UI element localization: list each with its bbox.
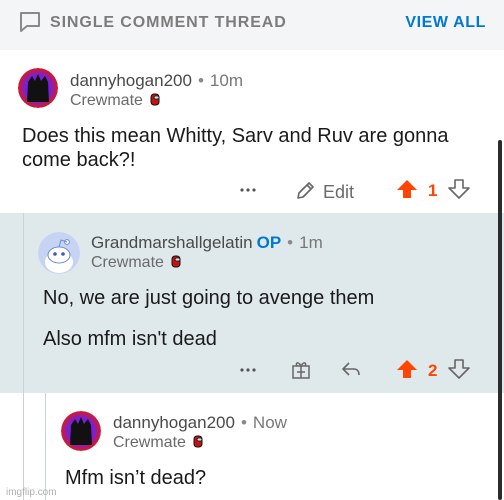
edit-label: Edit: [323, 182, 355, 202]
award-button[interactable]: [290, 358, 312, 385]
more-dots-icon: [240, 368, 256, 372]
comment-time: 1m: [299, 233, 323, 252]
crewmate-icon: [171, 255, 181, 268]
reply-arrow-icon: [342, 362, 360, 376]
crewmate-icon: [193, 435, 203, 448]
downvote-button[interactable]: [448, 358, 470, 385]
comment-time: Now: [252, 413, 287, 432]
username-text[interactable]: dannyhogan200: [113, 413, 235, 432]
upvote-button[interactable]: [396, 178, 418, 205]
upvote-arrow-icon: [397, 360, 417, 378]
watermark: imgflip.com: [6, 487, 57, 498]
flair-text: Crewmate: [91, 254, 164, 271]
comment-author[interactable]: dannyhogan200 • Now: [113, 413, 287, 433]
comment-author[interactable]: dannyhogan200 • 10m: [70, 71, 243, 91]
body-line: Also mfm isn't dead: [43, 328, 217, 350]
view-all-link[interactable]: VIEW ALL: [405, 14, 486, 32]
downvote-arrow-icon: [448, 359, 470, 379]
gift-award-icon: [292, 362, 310, 379]
vote-score: 2: [428, 361, 438, 380]
comment-body: No, we are just going to avenge them Als…: [43, 286, 374, 351]
thread-title: SINGLE COMMENT THREAD: [50, 14, 287, 31]
edit-button[interactable]: Edit: [294, 180, 354, 203]
avatar[interactable]: [38, 232, 80, 274]
more-button[interactable]: [238, 180, 258, 205]
downvote-button[interactable]: [448, 178, 470, 205]
body-line: Mfm isn’t dead?: [65, 467, 207, 489]
more-button[interactable]: [238, 360, 258, 385]
body-line: Does this mean Whitty, Sarv and Ruv are …: [22, 125, 449, 147]
reply-button[interactable]: [340, 358, 362, 385]
avatar[interactable]: [61, 411, 101, 451]
user-flair: Crewmate: [91, 254, 182, 272]
comment-body: Mfm isn’t dead?: [65, 466, 206, 490]
comment-bubble-icon: [20, 12, 40, 32]
username-text[interactable]: Grandmarshallgelatin: [91, 233, 253, 252]
more-dots-icon: [240, 188, 256, 192]
scrollbar[interactable]: [498, 140, 502, 500]
comment-author[interactable]: Grandmarshallgelatin OP • 1m: [91, 233, 323, 253]
comment-body: Does this mean Whitty, Sarv and Ruv are …: [22, 124, 449, 172]
user-flair: Crewmate: [113, 434, 204, 452]
vote-score: 1: [428, 181, 438, 200]
avatar[interactable]: [18, 68, 58, 108]
thread-line: [45, 393, 46, 500]
op-badge: OP: [256, 233, 282, 252]
upvote-button[interactable]: [396, 358, 418, 385]
pencil-icon: [297, 182, 314, 199]
user-flair: Crewmate: [70, 92, 161, 110]
downvote-arrow-icon: [448, 179, 470, 199]
flair-text: Crewmate: [113, 434, 186, 451]
comment-time: 10m: [209, 71, 243, 90]
thread-line: [23, 213, 24, 500]
username-text[interactable]: dannyhogan200: [70, 71, 192, 90]
upvote-arrow-icon: [397, 180, 417, 198]
body-line: come back?!: [22, 149, 136, 171]
thread-header: SINGLE COMMENT THREAD VIEW ALL: [0, 0, 504, 50]
crewmate-icon: [150, 93, 160, 106]
flair-text: Crewmate: [70, 92, 143, 109]
body-line: No, we are just going to avenge them: [43, 287, 375, 309]
